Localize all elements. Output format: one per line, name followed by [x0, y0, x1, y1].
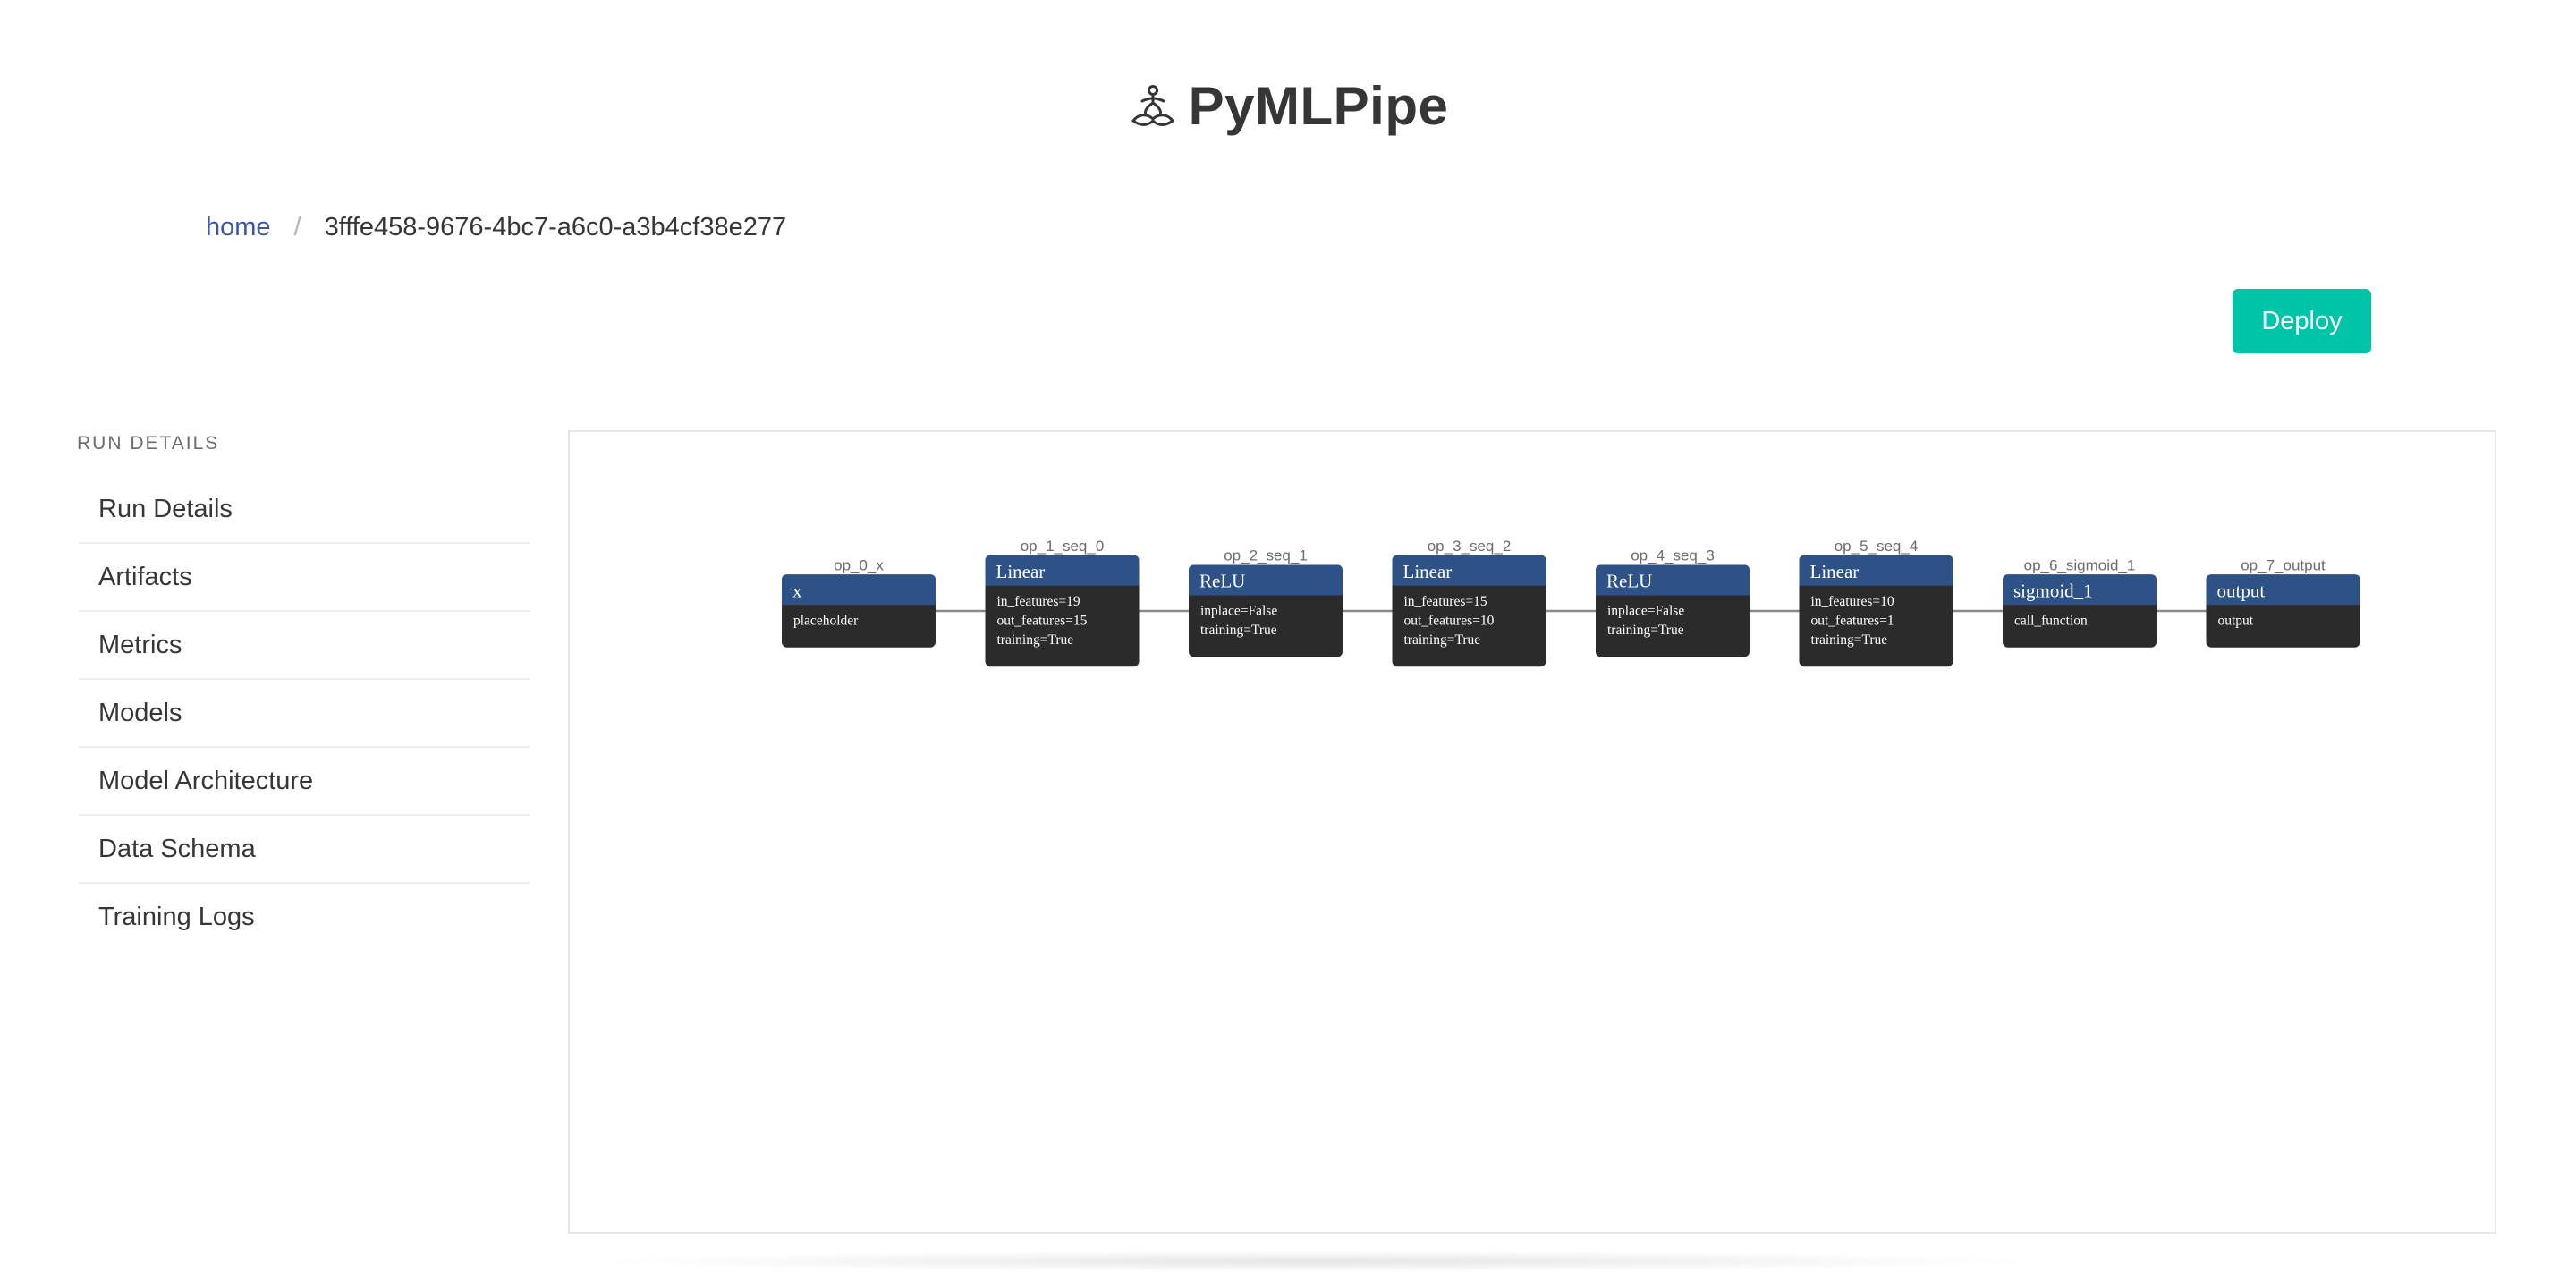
breadcrumb-separator: /	[293, 213, 301, 242]
graph-node-id: op_1_seq_0	[1021, 538, 1105, 555]
menu-item-data-schema[interactable]: Data Schema	[79, 816, 530, 884]
breadcrumb: home / 3fffe458-9676-4bc7-a6c0-a3b4cf38e…	[206, 213, 786, 242]
graph-node-attr: training=True	[1404, 632, 1481, 648]
graph-node-id: op_3_seq_2	[1428, 538, 1512, 555]
graph-node-title: output	[2217, 580, 2266, 601]
graph-node-attr: training=True	[1811, 632, 1888, 648]
graph-node-title: sigmoid_1	[2013, 580, 2093, 601]
graph-node-attr: call_function	[2014, 613, 2088, 628]
graph-node-attr: inplace=False	[1607, 604, 1684, 619]
graph-node: op_1_seq_0 Linear in_features=19 out_featur…	[985, 538, 1140, 667]
graph-node-title: Linear	[1403, 561, 1453, 582]
graph-node-id: op_4_seq_3	[1631, 547, 1715, 564]
graph-node-attr: training=True	[997, 632, 1074, 648]
graph-node: op_0_xx placeholder	[782, 556, 936, 648]
graph-node-id: op_7_output	[2241, 556, 2326, 573]
page: PyMLPipe home / 3fffe458-9676-4bc7-a6c0-…	[0, 0, 2576, 1272]
graph-node-title: x	[792, 580, 802, 601]
brand-header: PyMLPipe	[0, 75, 2576, 137]
graph-node-attr: output	[2218, 613, 2254, 628]
graph-node-attr: in_features=15	[1404, 594, 1487, 609]
graph-node-attr: inplace=False	[1200, 604, 1277, 619]
bottom-shadow	[590, 1251, 2039, 1272]
graph-node-attr: training=True	[1200, 623, 1277, 638]
deploy-button[interactable]: Deploy	[2233, 289, 2371, 353]
graph-node: op_6_sigmoid_1 sigmoid_1 call_function	[2003, 556, 2157, 648]
model-graph-panel: op_0_xx placeholder op_1_seq_0 Linear in_fea…	[568, 430, 2496, 1234]
graph-node-id: op_0_x	[834, 556, 884, 573]
menu-item-models[interactable]: Models	[79, 680, 530, 748]
graph-node-attr: out_features=10	[1404, 613, 1495, 628]
graph-node-attr: out_features=15	[997, 613, 1088, 628]
graph-node-attr: placeholder	[793, 613, 859, 628]
graph-node-attr: out_features=1	[1811, 613, 1894, 628]
graph-node: op_7_outputoutput output	[2206, 556, 2360, 648]
menu-item-artifacts[interactable]: Artifacts	[79, 544, 530, 612]
graph-node: op_2_seq_1 ReLU inplace=False training=True	[1189, 547, 1343, 657]
graph-node-id: op_2_seq_1	[1224, 547, 1308, 564]
graph-node-title: Linear	[1810, 561, 1860, 582]
graph-node-id: op_5_seq_4	[1835, 538, 1919, 555]
app-title: PyMLPipe	[1188, 76, 1449, 136]
meditating-figure-icon	[1131, 84, 1174, 126]
model-graph: op_0_xx placeholder op_1_seq_0 Linear in_fea…	[782, 538, 2360, 667]
graph-node: op_5_seq_4 Linear in_features=10 out_featur…	[1799, 538, 1953, 667]
graph-node-attr: in_features=19	[997, 594, 1080, 609]
graph-node: op_4_seq_3 ReLU inplace=False training=True	[1596, 547, 1750, 657]
run-details-menu: RUN DETAILS Run Details Artifacts Metric…	[77, 433, 530, 950]
graph-node: op_3_seq_2 Linear in_features=15 out_featur…	[1392, 538, 1546, 667]
graph-node-title: ReLU	[1199, 571, 1245, 592]
menu-list: Run Details Artifacts Metrics Models Mod…	[77, 476, 530, 950]
menu-item-training-logs[interactable]: Training Logs	[79, 884, 530, 950]
graph-node-title: ReLU	[1606, 571, 1652, 592]
graph-node-header	[782, 574, 936, 606]
menu-item-run-details[interactable]: Run Details	[79, 476, 530, 544]
graph-node-attr: in_features=10	[1811, 594, 1894, 609]
graph-node-id: op_6_sigmoid_1	[2024, 556, 2136, 573]
graph-node-title: Linear	[996, 561, 1046, 582]
graph-node-attr: training=True	[1607, 623, 1684, 638]
breadcrumb-run-id: 3fffe458-9676-4bc7-a6c0-a3b4cf38e277	[324, 213, 787, 242]
menu-label: RUN DETAILS	[77, 433, 220, 454]
menu-item-metrics[interactable]: Metrics	[79, 612, 530, 680]
breadcrumb-home-link[interactable]: home	[206, 213, 271, 242]
menu-item-model-architecture[interactable]: Model Architecture	[79, 748, 530, 816]
